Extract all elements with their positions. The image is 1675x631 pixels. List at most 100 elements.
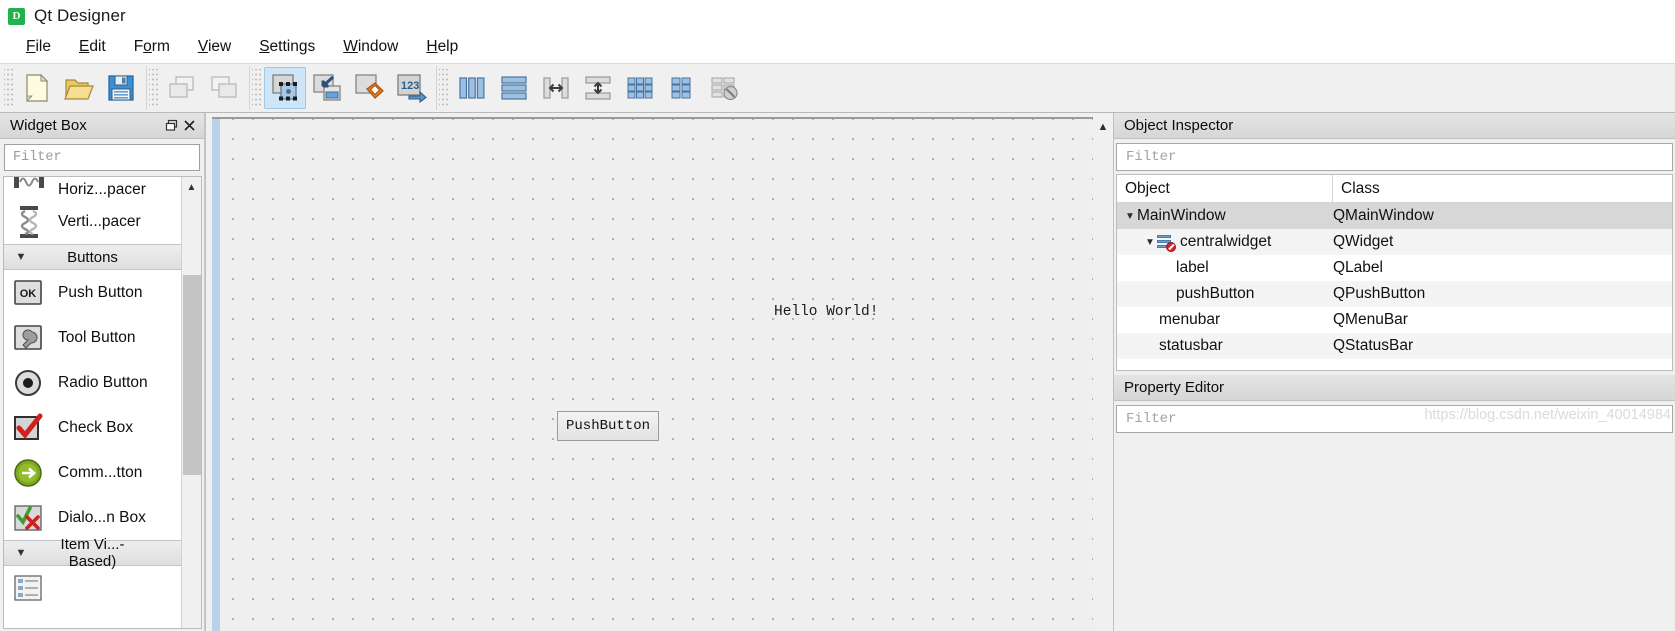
widget-box-dock: Widget Box Filter Horiz...pacer Verti...…	[0, 113, 205, 631]
widget-item-dialog-button-box[interactable]: Dialo...n Box	[4, 495, 181, 540]
widget-box-list-wrapper: Horiz...pacer Verti...pacer ▼ Buttons OK…	[3, 176, 202, 629]
svg-text:123: 123	[401, 80, 419, 92]
radio-button-icon	[12, 366, 46, 400]
layout-splitter-vertical-button[interactable]	[577, 67, 619, 109]
scroll-up-icon[interactable]: ▲	[182, 177, 201, 197]
close-icon[interactable]	[180, 117, 198, 135]
property-editor-filter[interactable]	[1116, 405, 1673, 433]
title-bar: D Qt Designer	[0, 0, 1675, 32]
widget-item-radio-button[interactable]: Radio Button	[4, 360, 181, 405]
tree-object-name: MainWindow	[1137, 207, 1226, 224]
menu-view[interactable]: View	[184, 35, 245, 59]
layout-vertically-button[interactable]	[493, 67, 535, 109]
tree-object-name: label	[1176, 259, 1209, 276]
scroll-up-icon[interactable]: ▲	[1093, 117, 1113, 137]
tree-column-class[interactable]: Class	[1333, 175, 1672, 202]
edit-buddies-icon	[353, 73, 385, 103]
edit-widgets-button[interactable]	[264, 67, 306, 109]
tree-object-class: QMenuBar	[1333, 311, 1408, 328]
object-inspector-title: Object Inspector	[1124, 117, 1234, 134]
undo-button[interactable]	[161, 67, 203, 109]
widget-item-tool-button[interactable]: Tool Button	[4, 315, 181, 360]
chevron-down-icon[interactable]: ▼	[1143, 237, 1157, 248]
object-inspector-title-bar: Object Inspector	[1114, 113, 1675, 139]
widget-item-label: Check Box	[58, 418, 133, 436]
widget-category-item-views[interactable]: ▼ Item Vi...-Based)	[4, 536, 181, 570]
edit-widgets-icon	[269, 73, 301, 103]
edit-signals-slots-button[interactable]	[306, 67, 348, 109]
form-canvas-area: Hello World! PushButton ▲	[205, 113, 1113, 631]
toolbar-drag-handle[interactable]	[149, 69, 158, 107]
undo-cascade-icon	[167, 74, 197, 102]
widget-box-list: Horiz...pacer Verti...pacer ▼ Buttons OK…	[4, 177, 181, 628]
redo-button[interactable]	[203, 67, 245, 109]
widget-item-label: Tool Button	[58, 328, 136, 346]
new-form-button[interactable]	[16, 67, 58, 109]
form-canvas-scrollbar[interactable]: ▲	[1093, 117, 1113, 631]
widget-item-horizontal-spacer[interactable]: Horiz...pacer	[4, 177, 181, 199]
layout-grid-button[interactable]	[619, 67, 661, 109]
tree-row[interactable]: label QLabel	[1117, 255, 1672, 281]
widget-item-vertical-spacer[interactable]: Verti...pacer	[4, 199, 181, 244]
toolbar-drag-handle[interactable]	[439, 69, 448, 107]
menu-form[interactable]: Form	[120, 35, 184, 59]
redo-cascade-icon	[209, 74, 239, 102]
break-layout-button[interactable]	[703, 67, 745, 109]
qt-designer-icon: D	[8, 7, 25, 25]
layout-splitter-horizontal-button[interactable]	[535, 67, 577, 109]
widget-box-scrollbar[interactable]: ▲	[181, 177, 201, 628]
tree-row[interactable]: pushButton QPushButton	[1117, 281, 1672, 307]
widget-category-buttons[interactable]: ▼ Buttons	[4, 244, 181, 270]
tree-object-class: QWidget	[1333, 233, 1394, 250]
widget-item-list-view[interactable]	[4, 566, 181, 611]
splitter-vertical-icon	[583, 74, 613, 102]
widget-box-filter-input[interactable]	[11, 149, 193, 166]
object-inspector-filter[interactable]	[1116, 143, 1673, 171]
edit-tab-order-button[interactable]: 123	[390, 67, 432, 109]
property-editor-filter-input[interactable]	[1124, 410, 1665, 428]
menu-help[interactable]: Help	[412, 35, 472, 59]
tree-object-class: QStatusBar	[1333, 337, 1414, 354]
menu-edit[interactable]: Edit	[65, 35, 120, 59]
tree-header: Object Class	[1117, 175, 1672, 203]
widget-item-check-box[interactable]: Check Box	[4, 405, 181, 450]
menu-settings[interactable]: Settings	[245, 35, 329, 59]
layout-horizontally-button[interactable]	[451, 67, 493, 109]
tree-column-object[interactable]: Object	[1117, 175, 1333, 202]
toolbar-drag-handle[interactable]	[252, 69, 261, 107]
tree-row[interactable]: ▼ MainWindow QMainWindow	[1117, 203, 1672, 229]
save-form-button[interactable]	[100, 67, 142, 109]
menu-window[interactable]: Window	[329, 35, 412, 59]
object-inspector-filter-input[interactable]	[1124, 148, 1665, 166]
tree-object-name: statusbar	[1159, 337, 1223, 354]
widget-item-push-button[interactable]: OK Push Button	[4, 270, 181, 315]
menu-file[interactable]: File	[12, 35, 65, 59]
widget-category-label: Buttons	[67, 248, 118, 266]
widget-item-label: Push Button	[58, 283, 143, 301]
tree-object-class: QLabel	[1333, 259, 1383, 276]
form-canvas[interactable]: Hello World! PushButton	[212, 117, 1093, 631]
layout-form-button[interactable]	[661, 67, 703, 109]
open-form-button[interactable]	[58, 67, 100, 109]
tree-row[interactable]: menubar QMenuBar	[1117, 307, 1672, 333]
form-label-widget[interactable]: Hello World!	[774, 304, 878, 320]
tree-row[interactable]: ▼ centralwidget QWidget	[1117, 229, 1672, 255]
tool-button-icon	[12, 321, 46, 355]
restore-icon[interactable]	[162, 117, 180, 135]
widget-category-label: Item Vi...-Based)	[60, 536, 125, 570]
layout-form-icon	[667, 74, 697, 102]
widget-box-scroll-thumb[interactable]	[183, 275, 201, 475]
horizontal-spacer-icon	[12, 177, 46, 199]
object-inspector-tree[interactable]: Object Class ▼ MainWindow QMainWindow ▼ …	[1116, 174, 1673, 371]
widget-box-filter[interactable]	[4, 144, 200, 171]
splitter-horizontal-icon	[541, 74, 571, 102]
widget-item-command-link-button[interactable]: Comm...tton	[4, 450, 181, 495]
widget-box-title: Widget Box	[10, 117, 87, 134]
form-push-button-widget[interactable]: PushButton	[557, 411, 659, 441]
tree-object-class: QMainWindow	[1333, 207, 1434, 224]
right-dock: Object Inspector Object Class ▼ MainWind…	[1113, 113, 1675, 631]
toolbar-drag-handle[interactable]	[4, 69, 13, 107]
edit-buddies-button[interactable]	[348, 67, 390, 109]
chevron-down-icon[interactable]: ▼	[1123, 211, 1137, 222]
tree-row[interactable]: statusbar QStatusBar	[1117, 333, 1672, 359]
